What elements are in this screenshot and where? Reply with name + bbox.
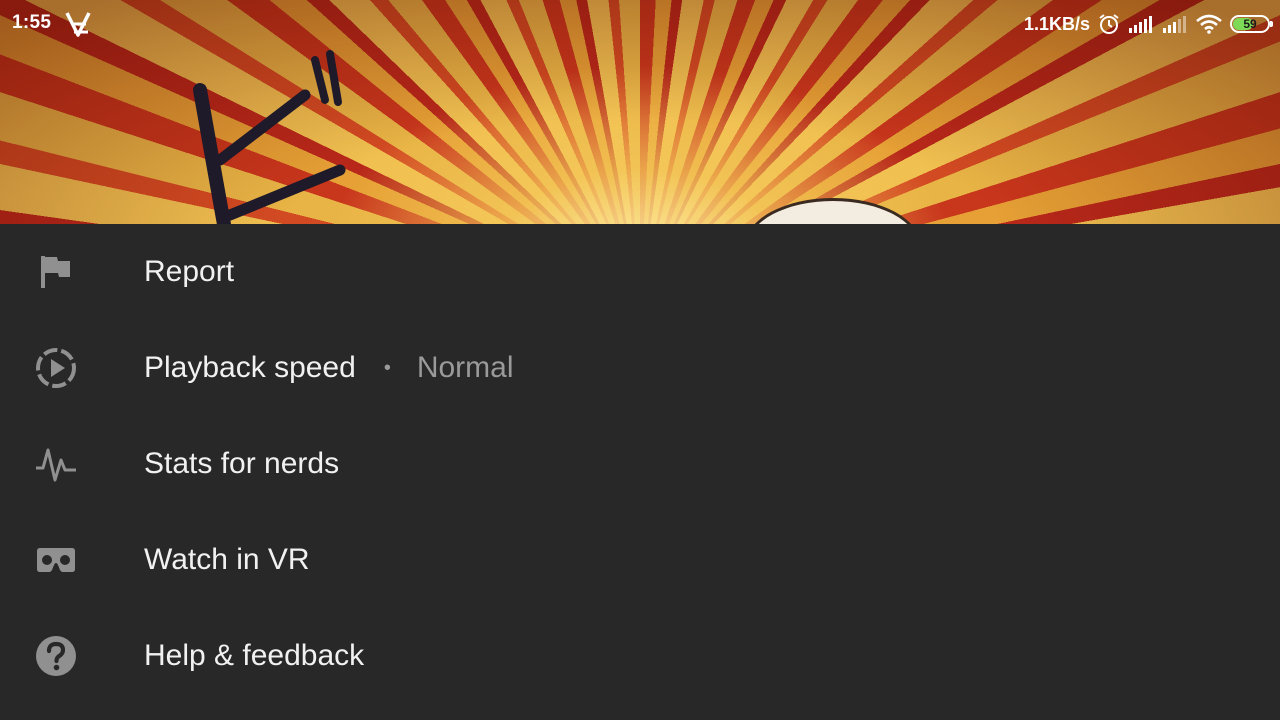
battery-icon: 59 <box>1230 15 1273 33</box>
screen: 1:55 1.1KB/s 59 Report Playback speed • … <box>0 0 1280 720</box>
playback-speed-icon <box>34 346 78 390</box>
sticky-app-icon <box>65 12 91 37</box>
status-time: 1:55 <box>12 12 52 33</box>
battery-nub <box>1270 21 1273 27</box>
alarm-icon <box>1099 14 1119 34</box>
battery-level: 59 <box>1243 17 1257 31</box>
manga-sound-effect-art <box>193 50 346 224</box>
vr-headset-icon <box>34 538 78 582</box>
playback-speed-value: Normal <box>416 351 514 384</box>
menu-label-report: Report <box>144 255 235 288</box>
menu-item-help-feedback[interactable]: Help & feedback <box>0 608 1280 704</box>
wifi-icon <box>1196 14 1222 34</box>
menu-label-help-feedback: Help & feedback <box>144 639 365 672</box>
flag-icon <box>34 250 78 294</box>
menu-label-watch-in-vr: Watch in VR <box>144 543 310 576</box>
menu-item-stats-for-nerds[interactable]: Stats for nerds <box>0 416 1280 512</box>
menu-item-playback-speed[interactable]: Playback speed • Normal <box>0 320 1280 416</box>
help-icon <box>34 634 78 678</box>
playback-speed-row: Playback speed • Normal <box>144 351 514 385</box>
menu-item-report[interactable]: Report <box>0 224 1280 320</box>
net-speed: 1.1KB/s <box>1023 13 1090 34</box>
pulse-icon <box>34 442 78 486</box>
menu-label-playback-speed: Playback speed <box>144 351 356 384</box>
signal-icon <box>1163 16 1186 33</box>
status-icons: 1.1KB/s 59 <box>1023 10 1273 38</box>
signal-icon <box>1129 16 1152 33</box>
separator-dot: • <box>383 356 391 379</box>
status-bar: 1:55 1.1KB/s 59 <box>0 0 1280 48</box>
menu-item-watch-in-vr[interactable]: Watch in VR <box>0 512 1280 608</box>
overflow-menu-sheet: Report Playback speed • Normal Stats for… <box>0 224 1280 720</box>
menu-label-stats-for-nerds: Stats for nerds <box>144 447 340 480</box>
